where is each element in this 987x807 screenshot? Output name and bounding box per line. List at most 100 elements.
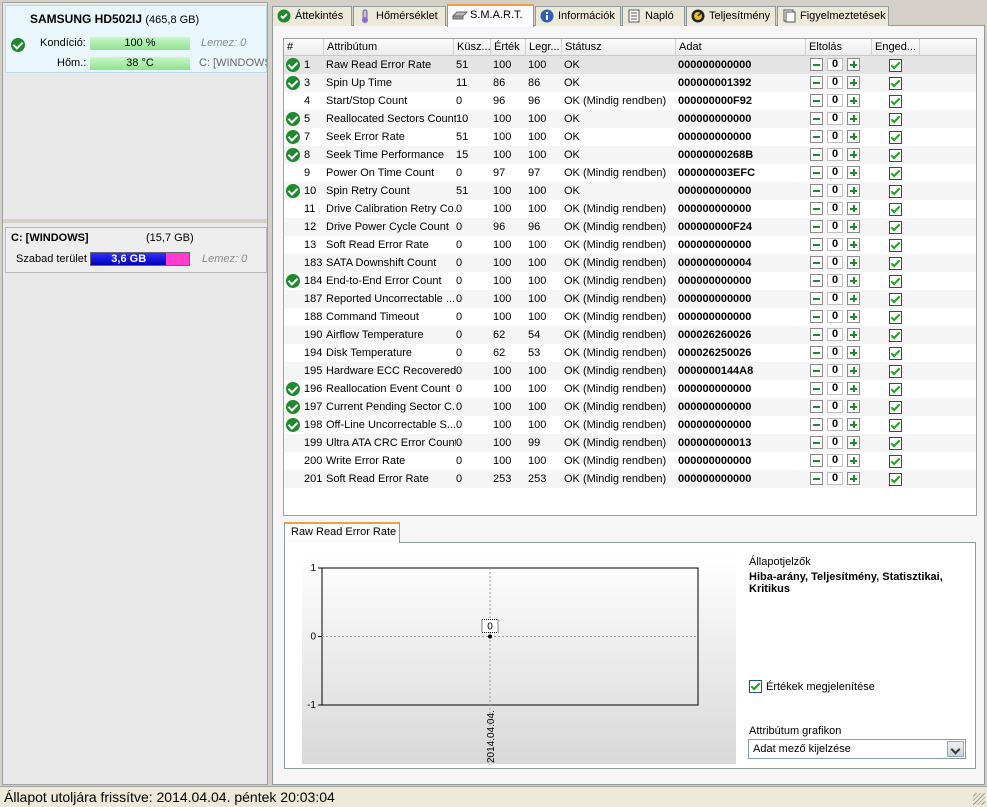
offset-increment-button[interactable] <box>847 130 860 143</box>
offset-value[interactable]: 0 <box>827 112 843 125</box>
tab-chart-attribute[interactable]: Raw Read Error Rate <box>284 522 400 543</box>
column-header[interactable]: Attribútum <box>324 39 454 56</box>
table-row[interactable]: 190 Airflow Temperature 0 62 54 OK (Mindig re… <box>284 326 976 344</box>
column-header[interactable]: Enged... <box>872 39 920 56</box>
offset-value[interactable]: 0 <box>827 148 843 161</box>
smart-table[interactable]: # Attribútum Küsz... Érték Legr... Státusz Ada… <box>283 38 977 516</box>
table-row[interactable]: 199 Ultra ATA CRC Error Count 0 100 99 OK (Mi… <box>284 434 976 452</box>
column-header[interactable]: Eltolás <box>806 39 872 56</box>
table-row[interactable]: 9 Power On Time Count 0 97 97 OK (Mindig rend… <box>284 164 976 182</box>
column-header[interactable]: Adat <box>676 39 806 56</box>
offset-increment-button[interactable] <box>847 274 860 287</box>
offset-increment-button[interactable] <box>847 400 860 413</box>
offset-increment-button[interactable] <box>847 112 860 125</box>
enabled-checkbox[interactable] <box>889 203 902 216</box>
show-values-label[interactable]: Értékek megjelenítése <box>766 681 875 693</box>
offset-increment-button[interactable] <box>847 328 860 341</box>
offset-decrement-button[interactable] <box>810 364 823 377</box>
offset-value[interactable]: 0 <box>827 382 843 395</box>
enabled-checkbox[interactable] <box>889 473 902 486</box>
offset-value[interactable]: 0 <box>827 166 843 179</box>
offset-increment-button[interactable] <box>847 346 860 359</box>
tab-warnings[interactable]: Figyelmeztetések <box>777 6 889 26</box>
volume-card[interactable]: C: [WINDOWS] (15,7 GB) Szabad terület 3,… <box>5 227 267 273</box>
enabled-checkbox[interactable] <box>889 95 902 108</box>
table-row[interactable]: 187 Reported Uncorrectable ... 0 100 100 OK (… <box>284 290 976 308</box>
enabled-checkbox[interactable] <box>889 185 902 198</box>
table-row[interactable]: 197 Current Pending Sector C... 0 100 100 OK … <box>284 398 976 416</box>
tab-gauge[interactable]: Teljesítmény <box>686 6 776 26</box>
offset-value[interactable]: 0 <box>827 454 843 467</box>
disk-card[interactable]: SAMSUNG HD502IJ (465,8 GB) Kondíció: 100… <box>5 5 267 73</box>
offset-value[interactable]: 0 <box>827 310 843 323</box>
offset-increment-button[interactable] <box>847 94 860 107</box>
offset-increment-button[interactable] <box>847 418 860 431</box>
offset-increment-button[interactable] <box>847 202 860 215</box>
offset-increment-button[interactable] <box>847 76 860 89</box>
table-row[interactable]: 5 Reallocated Sectors Count 10 100 100 OK 0000… <box>284 110 976 128</box>
table-row[interactable]: 13 Soft Read Error Rate 0 100 100 OK (Mindig … <box>284 236 976 254</box>
offset-value[interactable]: 0 <box>827 220 843 233</box>
table-row[interactable]: 184 End-to-End Error Count 0 100 100 OK (Mind… <box>284 272 976 290</box>
enabled-checkbox[interactable] <box>889 419 902 432</box>
table-row[interactable]: 188 Command Timeout 0 100 100 OK (Mindig rend… <box>284 308 976 326</box>
offset-value[interactable]: 0 <box>827 184 843 197</box>
offset-value[interactable]: 0 <box>827 274 843 287</box>
offset-decrement-button[interactable] <box>810 328 823 341</box>
offset-increment-button[interactable] <box>847 310 860 323</box>
enabled-checkbox[interactable] <box>889 59 902 72</box>
tab-log[interactable]: Napló <box>622 6 685 26</box>
enabled-checkbox[interactable] <box>889 365 902 378</box>
offset-decrement-button[interactable] <box>810 436 823 449</box>
offset-decrement-button[interactable] <box>810 382 823 395</box>
enabled-checkbox[interactable] <box>889 257 902 270</box>
offset-value[interactable]: 0 <box>827 94 843 107</box>
offset-value[interactable]: 0 <box>827 328 843 341</box>
offset-decrement-button[interactable] <box>810 292 823 305</box>
table-row[interactable]: 1 Raw Read Error Rate 51 100 100 OK 0000000000… <box>284 56 976 74</box>
offset-increment-button[interactable] <box>847 436 860 449</box>
offset-decrement-button[interactable] <box>810 130 823 143</box>
offset-decrement-button[interactable] <box>810 112 823 125</box>
offset-value[interactable]: 0 <box>827 256 843 269</box>
table-row[interactable]: 196 Reallocation Event Count 0 100 100 OK (Mi… <box>284 380 976 398</box>
offset-increment-button[interactable] <box>847 166 860 179</box>
offset-increment-button[interactable] <box>847 256 860 269</box>
enabled-checkbox[interactable] <box>889 401 902 414</box>
offset-value[interactable]: 0 <box>827 364 843 377</box>
offset-increment-button[interactable] <box>847 364 860 377</box>
offset-increment-button[interactable] <box>847 148 860 161</box>
offset-increment-button[interactable] <box>847 454 860 467</box>
offset-decrement-button[interactable] <box>810 94 823 107</box>
offset-increment-button[interactable] <box>847 382 860 395</box>
offset-increment-button[interactable] <box>847 238 860 251</box>
offset-decrement-button[interactable] <box>810 346 823 359</box>
offset-increment-button[interactable] <box>847 292 860 305</box>
offset-decrement-button[interactable] <box>810 454 823 467</box>
offset-decrement-button[interactable] <box>810 400 823 413</box>
offset-value[interactable]: 0 <box>827 292 843 305</box>
tab-ok-circle[interactable]: Áttekintés <box>272 6 352 26</box>
offset-value[interactable]: 0 <box>827 346 843 359</box>
tab-hard-drive[interactable]: S.M.A.R.T. <box>447 4 534 27</box>
offset-decrement-button[interactable] <box>810 166 823 179</box>
offset-value[interactable]: 0 <box>827 400 843 413</box>
table-row[interactable]: 11 Drive Calibration Retry Co... 0 100 100 OK… <box>284 200 976 218</box>
column-header[interactable]: Küsz... <box>454 39 491 56</box>
table-row[interactable]: 200 Write Error Rate 0 100 100 OK (Mindig ren… <box>284 452 976 470</box>
column-header[interactable]: Státusz <box>562 39 676 56</box>
enabled-checkbox[interactable] <box>889 113 902 126</box>
column-header[interactable]: Érték <box>491 39 526 56</box>
table-row[interactable]: 10 Spin Retry Count 51 100 100 OK 000000000000… <box>284 182 976 200</box>
column-header[interactable]: Legr... <box>526 39 562 56</box>
chevron-down-icon[interactable] <box>947 741 964 757</box>
offset-value[interactable]: 0 <box>827 436 843 449</box>
offset-decrement-button[interactable] <box>810 418 823 431</box>
table-row[interactable]: 195 Hardware ECC Recovered 0 100 100 OK (Mind… <box>284 362 976 380</box>
offset-value[interactable]: 0 <box>827 58 843 71</box>
offset-value[interactable]: 0 <box>827 76 843 89</box>
offset-increment-button[interactable] <box>847 220 860 233</box>
offset-decrement-button[interactable] <box>810 184 823 197</box>
enabled-checkbox[interactable] <box>889 383 902 396</box>
tab-thermometer[interactable]: Hőmérséklet <box>353 6 446 26</box>
